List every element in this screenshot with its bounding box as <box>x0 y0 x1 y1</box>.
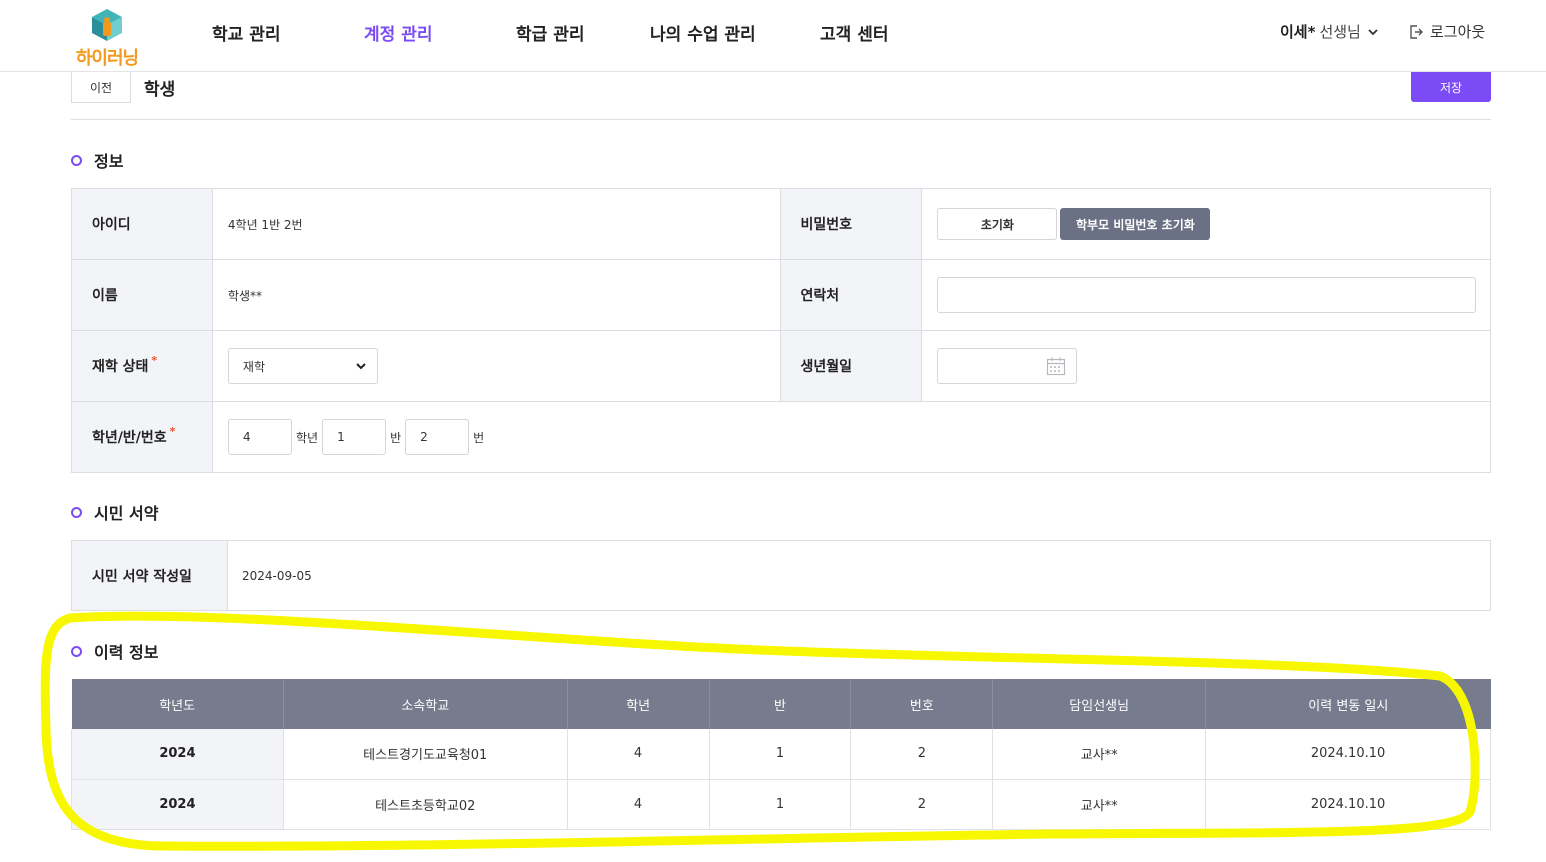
chevron-down-icon <box>356 363 366 370</box>
cell-changed-at: 2024.10.10 <box>1205 729 1491 780</box>
grade-class-label: 학년/반/번호 * <box>72 402 213 472</box>
column-header-year: 학년도 <box>71 679 284 729</box>
info-row: 이름 학생** 연락처 <box>72 260 1491 331</box>
table-row: 2024 테스트경기도교육청01 4 1 2 교사** 2024.10.10 <box>71 729 1491 780</box>
nav-item-school[interactable]: 학교 관리 <box>212 20 280 45</box>
bullet-icon <box>71 154 82 166</box>
table-row: 2024 테스트초등학교02 4 1 2 교사** 2024.10.10 <box>71 779 1491 830</box>
contact-cell <box>922 260 1491 330</box>
nav-item-my-lessons[interactable]: 나의 수업 관리 <box>650 20 756 45</box>
page-title: 학생 <box>144 80 176 100</box>
user-name: 이세* <box>1280 23 1316 41</box>
section-title-pledge: 시민 서약 <box>71 500 158 524</box>
pledge-info: 시민 서약 작성일 2024-09-05 <box>71 540 1491 611</box>
section-title-history: 이력 정보 <box>71 639 158 663</box>
nav-item-class[interactable]: 학급 관리 <box>516 20 584 45</box>
cell-grade: 4 <box>567 729 710 780</box>
column-header-class: 반 <box>709 679 852 729</box>
contact-label: 연락처 <box>780 260 923 330</box>
cell-class: 1 <box>709 779 852 830</box>
pledge-date-label: 시민 서약 작성일 <box>72 541 228 610</box>
cell-changed-at: 2024.10.10 <box>1205 779 1491 830</box>
bullet-icon <box>71 645 82 657</box>
logo-cube-icon <box>92 9 122 41</box>
password-actions: 초기화 학부모 비밀번호 초기화 <box>922 189 1491 259</box>
chevron-down-icon <box>1368 28 1378 35</box>
contact-input[interactable] <box>937 277 1477 313</box>
logout-button[interactable]: 로그아웃 <box>1408 21 1485 42</box>
class-unit: 반 <box>390 430 402 445</box>
column-header-changed-at: 이력 변동 일시 <box>1205 679 1491 729</box>
section-title-info: 정보 <box>71 148 123 172</box>
grade-unit: 학년 <box>296 430 319 445</box>
status-label-text: 재학 상태 <box>92 359 149 375</box>
class-input[interactable]: 1 <box>322 419 387 455</box>
section-title-text: 시민 서약 <box>94 504 159 523</box>
logout-icon <box>1410 24 1423 39</box>
id-label: 아이디 <box>72 189 213 259</box>
calendar-icon[interactable] <box>1046 356 1066 376</box>
grade-class-cell: 4 학년 1 반 2 번 <box>213 402 1491 472</box>
info-row: 아이디 4학년 1반 2번 비밀번호 초기화 학부모 비밀번호 초기화 <box>72 189 1491 260</box>
cell-class: 1 <box>709 729 852 780</box>
top-navigation-bar: 하이러닝 학교 관리 계정 관리 학급 관리 나의 수업 관리 고객 센터 이세… <box>0 0 1546 72</box>
section-title-text: 이력 정보 <box>94 643 159 662</box>
grade-input[interactable]: 4 <box>228 419 292 455</box>
id-value: 4학년 1반 2번 <box>213 189 781 259</box>
cell-grade: 4 <box>567 779 710 830</box>
birth-cell <box>922 331 1491 401</box>
history-table: 학년도 소속학교 학년 반 번호 담임선생님 이력 변동 일시 2024 테스트… <box>71 679 1491 830</box>
info-row: 재학 상태 * 재학 생년월일 <box>72 331 1491 402</box>
number-unit: 번 <box>473 430 485 445</box>
student-info-grid: 아이디 4학년 1반 2번 비밀번호 초기화 학부모 비밀번호 초기화 이름 학… <box>71 188 1491 473</box>
user-role: 선생님 <box>1319 23 1361 41</box>
user-menu[interactable]: 이세* 선생님 <box>1280 21 1379 42</box>
info-row: 학년/반/번호 * 4 학년 1 반 2 번 <box>72 402 1491 473</box>
table-header-row: 학년도 소속학교 학년 반 번호 담임선생님 이력 변동 일시 <box>71 679 1491 729</box>
logo-text: 하이러닝 <box>75 48 139 69</box>
nav-item-support[interactable]: 고객 센터 <box>820 20 888 45</box>
cell-year: 2024 <box>71 779 284 830</box>
logo[interactable]: 하이러닝 <box>70 6 144 69</box>
divider <box>71 119 1491 120</box>
name-label: 이름 <box>72 260 213 330</box>
birth-label: 생년월일 <box>780 331 923 401</box>
required-mark: * <box>151 353 158 367</box>
cell-year: 2024 <box>71 729 284 780</box>
name-value: 학생** <box>213 260 781 330</box>
cell-number: 2 <box>850 779 994 830</box>
column-header-grade: 학년 <box>567 679 710 729</box>
password-label: 비밀번호 <box>780 189 923 259</box>
status-cell: 재학 <box>213 331 781 401</box>
birthdate-input[interactable] <box>937 348 1078 384</box>
cell-number: 2 <box>850 729 994 780</box>
cell-teacher: 교사** <box>992 729 1207 780</box>
required-mark: * <box>169 424 176 438</box>
status-select[interactable]: 재학 <box>227 348 378 384</box>
save-button[interactable]: 저장 <box>1411 72 1491 102</box>
cell-school: 테스트초등학교02 <box>283 779 568 830</box>
column-header-teacher: 담임선생님 <box>992 679 1207 729</box>
password-reset-button[interactable]: 초기화 <box>937 208 1058 240</box>
status-selected-value: 재학 <box>242 359 265 374</box>
cell-school: 테스트경기도교육청01 <box>283 729 568 780</box>
parent-password-reset-button[interactable]: 학부모 비밀번호 초기화 <box>1060 208 1211 240</box>
nav-item-account[interactable]: 계정 관리 <box>364 20 432 45</box>
pledge-date-value: 2024-09-05 <box>242 568 312 583</box>
status-label: 재학 상태 * <box>72 331 213 401</box>
section-title-text: 정보 <box>94 152 124 171</box>
bullet-icon <box>71 506 82 518</box>
number-input[interactable]: 2 <box>405 419 470 455</box>
back-button[interactable]: 이전 <box>71 72 131 103</box>
column-header-number: 번호 <box>850 679 994 729</box>
cell-teacher: 교사** <box>992 779 1207 830</box>
logout-label: 로그아웃 <box>1430 23 1486 41</box>
grade-class-label-text: 학년/반/번호 <box>92 430 167 446</box>
column-header-school: 소속학교 <box>283 679 568 729</box>
